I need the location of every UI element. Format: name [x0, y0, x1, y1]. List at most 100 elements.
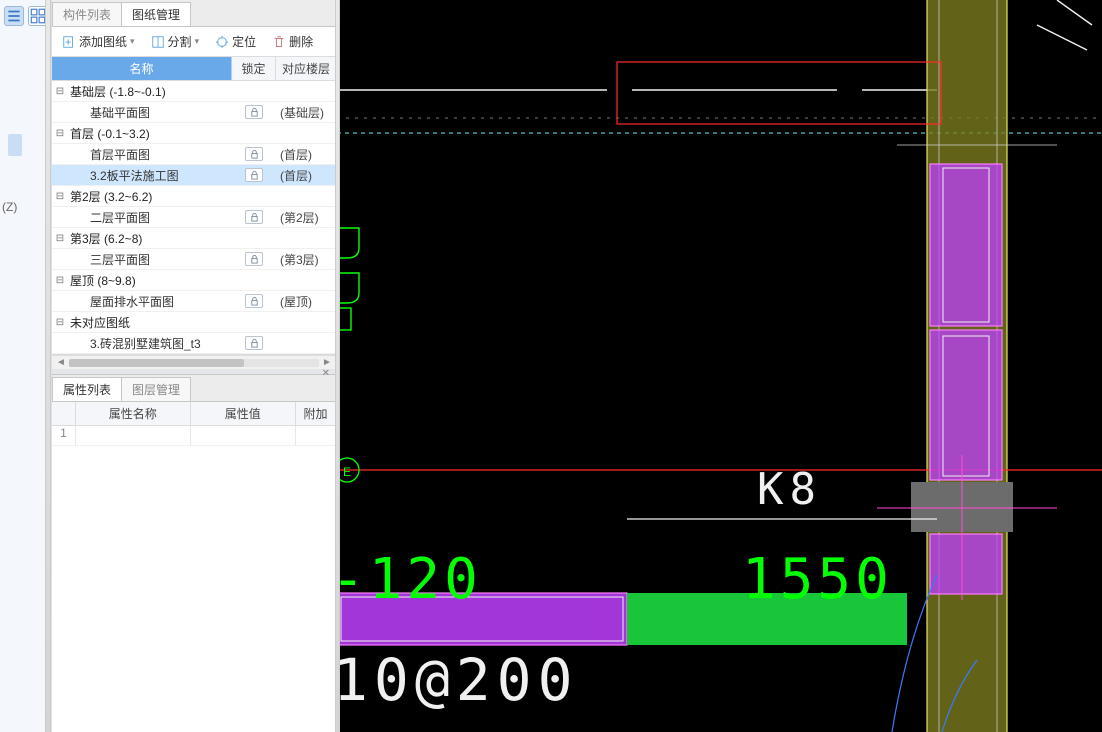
tree-item[interactable]: 二层平面图 (第2层)	[52, 207, 336, 228]
tree-item-label: 3.2板平法施工图	[68, 167, 232, 184]
tree-group[interactable]: ⊟第3层 (6.2~8)	[52, 228, 336, 249]
drawing-toolbar: 添加图纸 ▾ 分割 ▾ 定位 删除	[52, 27, 336, 57]
delete-button[interactable]: 删除	[268, 31, 317, 52]
tree-group[interactable]: ⊟第2层 (3.2~6.2)	[52, 186, 336, 207]
tree-item-label: 二层平面图	[68, 209, 232, 226]
scroll-track[interactable]	[69, 359, 319, 367]
col-name: 名称	[52, 57, 232, 80]
tree-item-label: 第3层 (6.2~8)	[68, 230, 232, 247]
scroll-thumb[interactable]	[69, 359, 244, 367]
lock-icon[interactable]	[245, 105, 263, 119]
lock-cell[interactable]	[232, 210, 276, 224]
lock-icon[interactable]	[245, 252, 263, 266]
tree-item[interactable]: 基础平面图 (基础层)	[52, 102, 336, 123]
lock-cell[interactable]	[232, 252, 276, 266]
floor-cell: (基础层)	[276, 104, 336, 121]
cell-index: 1	[52, 426, 76, 445]
tree-item-label: 首层 (-0.1~3.2)	[68, 125, 232, 142]
delete-label: 删除	[289, 33, 313, 50]
tree-item-label: 首层平面图	[68, 146, 232, 163]
add-drawing-label: 添加图纸	[79, 33, 127, 50]
dim-120: -120	[337, 547, 482, 612]
locate-button[interactable]: 定位	[211, 31, 260, 52]
lock-icon[interactable]	[245, 168, 263, 182]
tree-item-label: 基础层 (-1.8~-0.1)	[68, 83, 232, 100]
label-k8: K8	[757, 464, 822, 515]
grid-label-e: E	[343, 465, 351, 479]
lock-icon[interactable]	[245, 147, 263, 161]
locate-label: 定位	[232, 33, 256, 50]
col-index	[52, 402, 76, 425]
close-icon[interactable]: ✕	[322, 368, 330, 379]
dim-10at200: 10@200	[337, 646, 579, 714]
expand-icon[interactable]: ⊟	[52, 128, 68, 139]
lock-cell[interactable]	[232, 168, 276, 182]
floor-cell: (首层)	[276, 167, 336, 184]
lock-icon[interactable]	[245, 336, 263, 350]
add-drawing-button[interactable]: 添加图纸 ▾	[58, 31, 139, 52]
expand-icon[interactable]: ⊟	[52, 191, 68, 202]
tree-group[interactable]: ⊟基础层 (-1.8~-0.1)	[52, 81, 336, 102]
tree-item-label: 3.砖混别墅建筑图_t3	[68, 335, 232, 352]
property-row[interactable]: 1	[52, 426, 336, 446]
expand-icon[interactable]: ⊟	[52, 275, 68, 286]
floor-cell: (第3层)	[276, 251, 336, 268]
dropdown-caret-icon: ▾	[130, 36, 135, 47]
tree-item[interactable]: 3.2板平法施工图 (首层)	[52, 165, 336, 186]
drawing-tree[interactable]: ⊟基础层 (-1.8~-0.1)基础平面图(基础层)⊟首层 (-0.1~3.2)…	[52, 81, 336, 355]
tree-item-label: 未对应图纸	[68, 314, 232, 331]
split-label: 分割	[168, 33, 192, 50]
expand-icon[interactable]: ⊟	[52, 317, 68, 328]
tree-item-label: 第2层 (3.2~6.2)	[68, 188, 232, 205]
tree-item[interactable]: 屋面排水平面图(屋顶)	[52, 291, 336, 312]
left-scroll-rail[interactable]	[45, 0, 51, 732]
split-button[interactable]: 分割 ▾	[147, 31, 204, 52]
col-floor: 对应楼层	[276, 57, 336, 80]
mid-scroll-rail[interactable]	[335, 0, 340, 732]
axis-label: (Z)	[2, 200, 17, 214]
panel-splitter[interactable]: ✕	[52, 369, 336, 375]
lock-cell[interactable]	[232, 294, 276, 308]
leftbar-marker	[8, 134, 22, 156]
tab-components[interactable]: 构件列表	[52, 2, 122, 26]
tab-drawings[interactable]: 图纸管理	[121, 2, 191, 26]
col-attr-name: 属性名称	[76, 402, 191, 425]
h-scrollbar[interactable]: ◄ ►	[52, 355, 336, 369]
scroll-left-icon[interactable]: ◄	[56, 357, 66, 368]
property-tabs: 属性列表 图层管理	[52, 375, 336, 402]
lock-cell[interactable]	[232, 105, 276, 119]
expand-icon[interactable]: ⊟	[52, 233, 68, 244]
cad-canvas[interactable]: E	[337, 0, 1102, 732]
cell-attr-extra[interactable]	[296, 426, 336, 445]
floor-cell: (第2层)	[276, 209, 336, 226]
col-attr-value: 属性值	[191, 402, 296, 425]
dim-1550: 1550	[742, 547, 893, 612]
scroll-right-icon[interactable]: ►	[322, 357, 332, 368]
property-body[interactable]: 1	[52, 426, 336, 732]
cad-svg: E	[337, 0, 1102, 732]
cell-attr-value[interactable]	[191, 426, 296, 445]
lock-icon[interactable]	[245, 294, 263, 308]
tree-item-label: 三层平面图	[68, 251, 232, 268]
expand-icon[interactable]: ⊟	[52, 86, 68, 97]
tree-item[interactable]: 首层平面图(首层)	[52, 144, 336, 165]
tree-item-label: 屋顶 (8~9.8)	[68, 272, 232, 289]
tab-attributes[interactable]: 属性列表	[52, 377, 122, 401]
tree-item[interactable]: 3.砖混别墅建筑图_t3	[52, 333, 336, 354]
tree-group[interactable]: ⊟屋顶 (8~9.8)	[52, 270, 336, 291]
tab-layers[interactable]: 图层管理	[121, 377, 191, 401]
tree-group[interactable]: ⊟首层 (-0.1~3.2)	[52, 123, 336, 144]
tree-item[interactable]: 三层平面图 (第3层)	[52, 249, 336, 270]
tree-item-label: 屋面排水平面图	[68, 293, 232, 310]
col-attr-extra: 附加	[296, 402, 336, 425]
lock-cell[interactable]	[232, 147, 276, 161]
tree-group[interactable]: ⊟未对应图纸	[52, 312, 336, 333]
dropdown-caret-icon: ▾	[195, 36, 200, 47]
drawing-tabs: 构件列表 图纸管理	[52, 0, 336, 27]
col-lock: 锁定	[232, 57, 276, 80]
cell-attr-name[interactable]	[76, 426, 191, 445]
tree-item-label: 基础平面图	[68, 104, 232, 121]
lock-icon[interactable]	[245, 210, 263, 224]
view-list-icon[interactable]	[4, 6, 24, 26]
lock-cell[interactable]	[232, 336, 276, 350]
